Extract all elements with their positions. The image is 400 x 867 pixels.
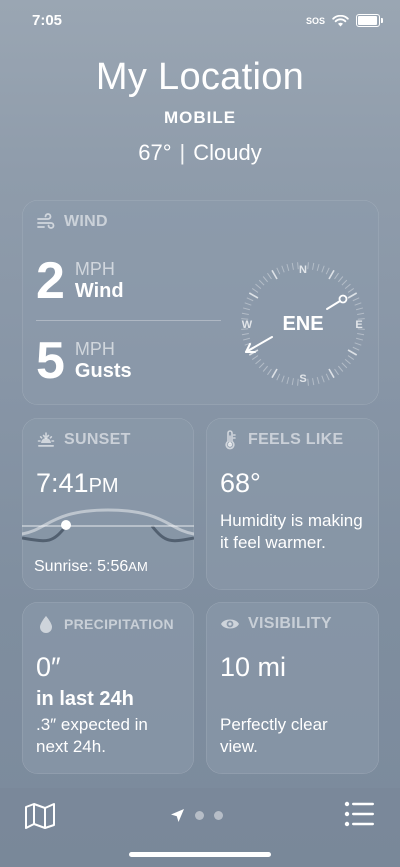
location-subtitle: MOBILE bbox=[163, 108, 237, 127]
sos-indicator: SOS bbox=[305, 15, 325, 26]
wind-speed-unit: MPH bbox=[74, 259, 115, 280]
wifi-icon bbox=[332, 14, 349, 26]
wind-gust-row: 5 MPH Gusts bbox=[36, 335, 132, 387]
wind-divider bbox=[36, 320, 221, 321]
visibility-value: 10 mi bbox=[220, 652, 287, 682]
page-dot bbox=[214, 811, 223, 820]
precipitation-value: 0″ bbox=[36, 652, 61, 682]
precipitation-card-header: PRECIPITATION bbox=[36, 614, 174, 634]
page-indicator[interactable] bbox=[170, 808, 223, 823]
compass-east: E bbox=[355, 319, 362, 331]
status-time: 7:05 bbox=[32, 12, 63, 29]
wind-card[interactable]: WIND 2 MPH Wind 5 MPH Gusts N E S W ENE bbox=[22, 200, 379, 405]
visibility-description: Perfectly clear view. bbox=[220, 715, 328, 757]
location-arrow-icon bbox=[171, 809, 184, 822]
sunset-time: 7:41 bbox=[36, 468, 89, 498]
compass-north: N bbox=[299, 264, 307, 276]
sunrise-time-suffix: AM bbox=[128, 559, 148, 574]
page-dot bbox=[195, 811, 204, 820]
wind-speed-row: 2 MPH Wind bbox=[36, 255, 124, 307]
map-icon[interactable] bbox=[24, 802, 56, 830]
current-conditions: 67° | Cloudy bbox=[0, 140, 400, 166]
raindrop-icon bbox=[40, 616, 52, 633]
wind-speed-value: 2 bbox=[36, 252, 65, 310]
sunrise-display: Sunrise: 5:56AM bbox=[34, 558, 148, 576]
wind-compass: N E S W ENE bbox=[241, 262, 365, 386]
visibility-card[interactable]: VISIBILITY 10 mi Perfectly clear view. bbox=[206, 602, 379, 774]
wind-direction: ENE bbox=[282, 313, 323, 335]
wind-title: WIND bbox=[64, 213, 108, 230]
precipitation-period: in last 24h bbox=[36, 688, 134, 710]
feels-like-description: Humidity is making it feel warmer. bbox=[220, 511, 363, 553]
feels-like-value: 68° bbox=[220, 468, 261, 498]
wind-icon bbox=[37, 213, 55, 229]
wind-speed-label: Wind bbox=[74, 279, 124, 302]
current-temperature: 67° bbox=[138, 140, 172, 165]
sunset-card-header: SUNSET bbox=[36, 430, 131, 450]
wind-card-header: WIND bbox=[36, 212, 108, 232]
current-condition: Cloudy bbox=[193, 140, 262, 165]
status-indicators: SOS bbox=[305, 14, 383, 27]
compass-needle-tail bbox=[326, 300, 341, 310]
sunset-title: SUNSET bbox=[64, 431, 131, 448]
battery-icon bbox=[356, 14, 383, 27]
sunrise-time: Sunrise: 5:56 bbox=[34, 558, 129, 575]
wind-gust-unit: MPH bbox=[74, 339, 115, 360]
eye-icon bbox=[221, 619, 239, 629]
compass-west: W bbox=[242, 319, 253, 331]
compass-needle-origin bbox=[338, 294, 348, 304]
precipitation-forecast: .3″ expected in next 24h. bbox=[36, 715, 148, 757]
compass-south: S bbox=[299, 373, 306, 385]
sunset-card[interactable]: SUNSET 7:41PM Sunrise: 5:56AM bbox=[22, 418, 194, 590]
sun-position-marker bbox=[61, 520, 71, 530]
separator: | bbox=[179, 140, 186, 165]
visibility-title: VISIBILITY bbox=[248, 615, 332, 632]
list-icon[interactable] bbox=[344, 800, 376, 828]
home-indicator[interactable] bbox=[129, 852, 271, 857]
precipitation-title: PRECIPITATION bbox=[64, 616, 174, 632]
wind-gust-label: Gusts bbox=[74, 359, 132, 382]
feels-like-title: FEELS LIKE bbox=[248, 431, 344, 448]
thermometer-icon bbox=[225, 430, 236, 450]
sun-path-graph bbox=[22, 508, 194, 543]
sunset-icon bbox=[37, 432, 55, 447]
visibility-card-header: VISIBILITY bbox=[220, 614, 332, 634]
wind-gust-value: 5 bbox=[36, 332, 65, 390]
location-title: My Location bbox=[95, 56, 305, 98]
precipitation-card[interactable]: PRECIPITATION 0″ in last 24h .3″ expecte… bbox=[22, 602, 194, 774]
sunset-time-display: 7:41PM bbox=[36, 468, 119, 499]
feels-like-card-header: FEELS LIKE bbox=[220, 430, 343, 450]
sunset-time-suffix: PM bbox=[88, 475, 119, 497]
feels-like-card[interactable]: FEELS LIKE 68° Humidity is making it fee… bbox=[206, 418, 379, 590]
